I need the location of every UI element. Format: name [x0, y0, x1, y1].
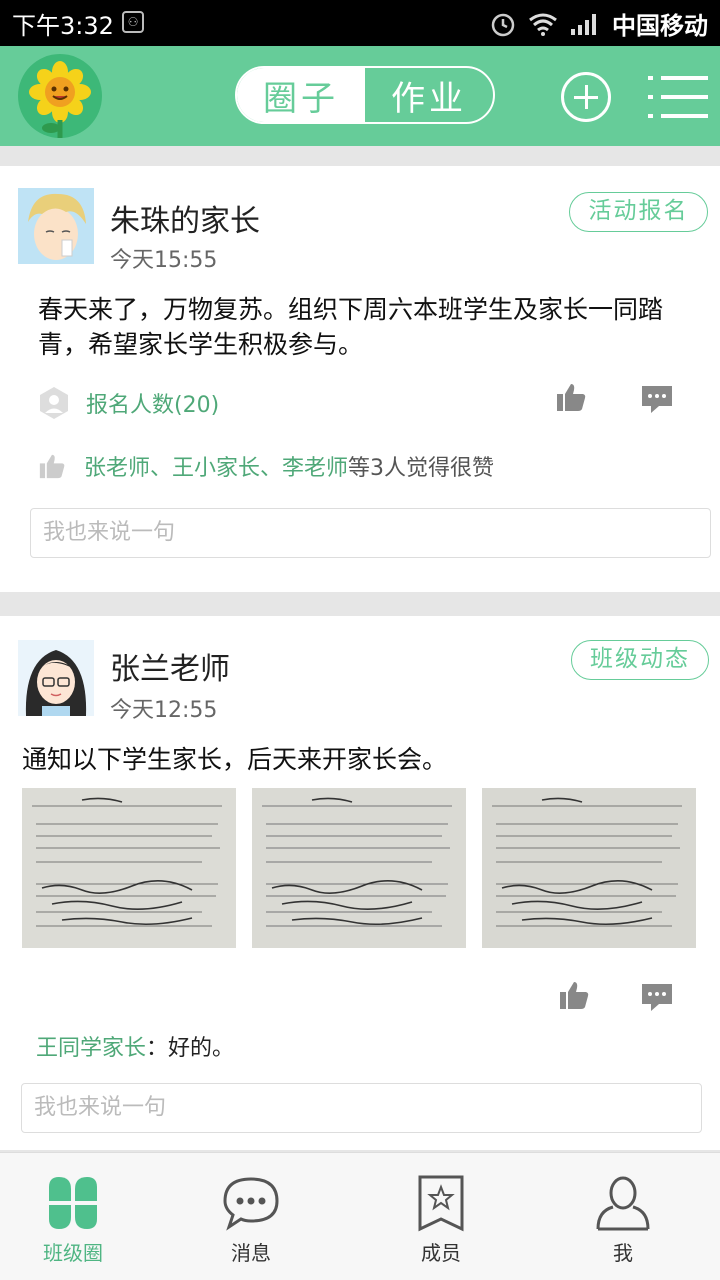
bottom-nav: 班级圈 消息 成员 我 [0, 1152, 720, 1280]
app-header: 圈子 作业 [0, 46, 720, 146]
reply-author[interactable]: 王同学家长 [36, 1036, 146, 1061]
post-text: 春天来了，万物复苏。组织下周六本班学生及家长一同踏青，希望家长学生积极参与。 [38, 295, 664, 359]
post-image[interactable] [252, 788, 466, 948]
thumbs-up-icon [39, 454, 65, 479]
post-author: 朱珠的家长 [110, 204, 260, 239]
like-button[interactable] [555, 382, 587, 412]
nav-messages[interactable]: 消息 [191, 1153, 311, 1280]
like-button[interactable] [558, 980, 590, 1010]
nav-label: 我 [613, 1241, 633, 1265]
anime-boy-avatar-icon [18, 188, 94, 264]
post-image[interactable] [22, 788, 236, 948]
post-image[interactable] [482, 788, 696, 948]
likers-names[interactable]: 张老师、王小家长、李老师 [84, 456, 348, 481]
tab-circle[interactable]: 圈子 [237, 68, 365, 122]
alarm-icon [491, 13, 515, 36]
post-time: 今天15:55 [110, 248, 218, 273]
reply-separator: ： [146, 1036, 169, 1061]
post-text: 通知以下学生家长，后天来开家长会。 [22, 745, 448, 774]
sunflower-icon [29, 61, 91, 138]
worksheet-photo-icon [252, 788, 466, 948]
chat-icon [223, 1177, 279, 1231]
anime-girl-avatar-icon [18, 640, 94, 716]
post-card: 张兰老师 今天12:55 班级动态 通知以下学生家长，后天来开家长会。 王同学家… [0, 616, 720, 1150]
sunflower-logo[interactable] [18, 54, 102, 138]
nav-label: 班级圈 [43, 1241, 103, 1265]
avatar[interactable] [18, 640, 94, 716]
members-star-icon [418, 1175, 464, 1232]
person-icon [596, 1176, 650, 1231]
nav-label: 消息 [231, 1241, 271, 1265]
registration-count[interactable]: 报名人数(20) [86, 387, 219, 419]
nav-label: 成员 [421, 1241, 461, 1265]
tab-homework[interactable]: 作业 [365, 68, 493, 122]
post-author: 张兰老师 [110, 652, 230, 687]
worksheet-photo-icon [22, 788, 236, 948]
status-right: 中国移动 [490, 6, 708, 41]
nav-class-circle[interactable]: 班级圈 [13, 1153, 133, 1280]
comment-input[interactable]: 我也来说一句 [21, 1083, 702, 1133]
reply-comment: 王同学家长：好的。 [36, 1030, 234, 1062]
post-card: 朱珠的家长 今天15:55 活动报名 春天来了，万物复苏。组织下周六本班学生及家… [0, 166, 720, 592]
post-tag[interactable]: 活动报名 [569, 192, 708, 232]
nav-me[interactable]: 我 [563, 1153, 683, 1280]
status-time: 下午3:32 [12, 12, 114, 40]
signal-icon [571, 13, 596, 35]
post-time: 今天12:55 [110, 698, 218, 723]
comment-button[interactable] [641, 982, 673, 1012]
add-post-button[interactable] [561, 72, 611, 122]
status-bar: 下午3:32 ⚇ 中国移动 [0, 0, 720, 46]
menu-button[interactable] [648, 76, 708, 118]
comment-input[interactable]: 我也来说一句 [30, 508, 711, 558]
hexagon-person-icon [40, 387, 68, 419]
likes-suffix: 等3人觉得很赞 [348, 456, 495, 481]
nav-members[interactable]: 成员 [381, 1153, 501, 1280]
likes-row: 张老师、王小家长、李老师等3人觉得很赞 [38, 450, 494, 482]
clover-icon [49, 1177, 97, 1229]
carrier-name: 中国移动 [612, 12, 708, 40]
post-tag[interactable]: 班级动态 [571, 640, 709, 680]
wifi-icon [529, 13, 557, 36]
comment-button[interactable] [641, 384, 673, 414]
usb-icon: ⚇ [122, 11, 144, 33]
registration-row[interactable]: 报名人数(20) [38, 386, 219, 420]
worksheet-photo-icon [482, 788, 696, 948]
reply-text: 好的。 [168, 1036, 235, 1061]
header-tabs: 圈子 作业 [235, 66, 495, 124]
avatar[interactable] [18, 188, 94, 264]
